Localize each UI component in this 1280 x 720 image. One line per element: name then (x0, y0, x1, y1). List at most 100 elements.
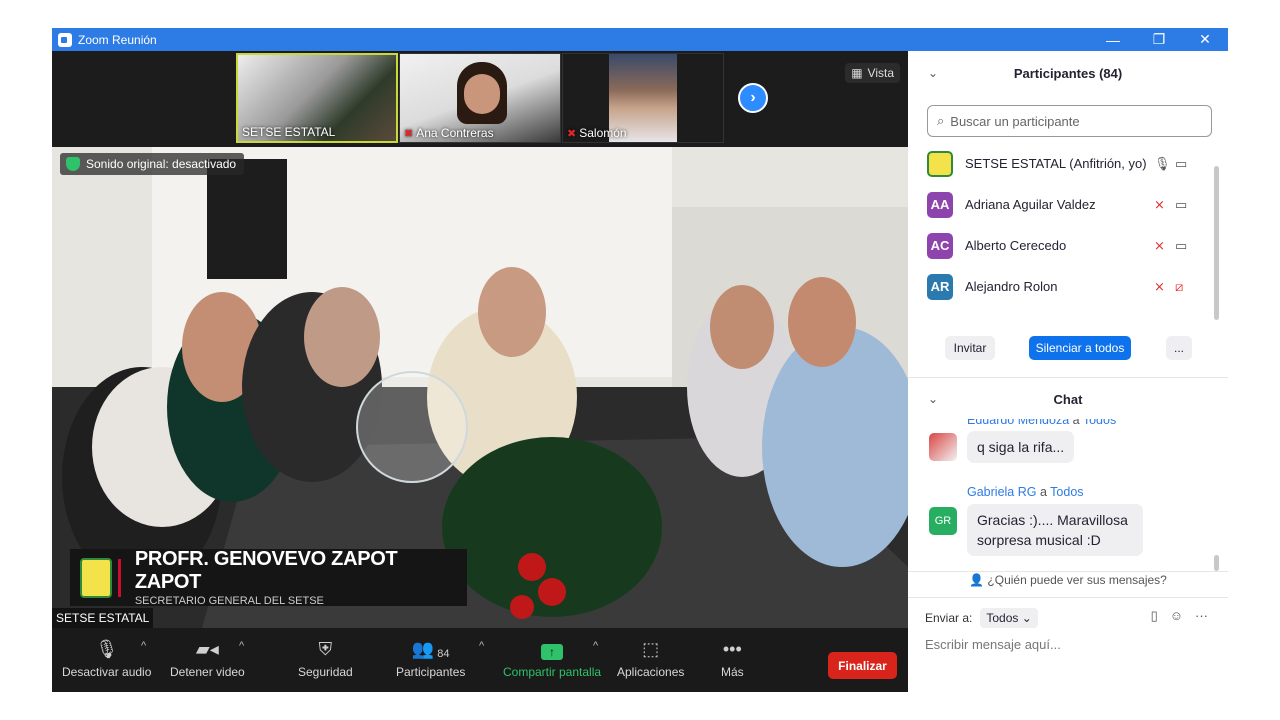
thumbnail-video[interactable]: ✖ Salomón (562, 53, 724, 143)
participants-header: ⌄ Participantes (84) (908, 51, 1228, 95)
security-label: Seguridad (298, 665, 353, 679)
participants-list: SETSE ESTATAL (Anfitrión, yo) 🎙 ▭ AA Adr… (908, 143, 1228, 307)
audio-label: Desactivar audio (62, 665, 152, 679)
file-icon[interactable]: ▯ (1151, 608, 1158, 624)
speaker-name-label: SETSE ESTATAL (52, 608, 154, 628)
share-screen-button[interactable]: ↑ Compartir pantalla (503, 636, 601, 679)
share-options-caret[interactable]: ^ (593, 640, 598, 652)
participants-title: Participantes (84) (1013, 65, 1123, 81)
audio-options-caret[interactable]: ^ (141, 640, 146, 652)
collapse-chevron-icon[interactable]: ⌄ (928, 392, 938, 406)
send-to-row: Enviar a: Todos ⌄ (925, 608, 1038, 628)
thumbnail-strip: SETSE ESTATAL ✖ Ana Contreras ✖ Salomón › … (52, 51, 908, 147)
participants-scrollbar[interactable] (1214, 166, 1219, 320)
thumbnail-video[interactable]: SETSE ESTATAL (236, 53, 398, 143)
apps-icon: ⬚ (642, 639, 660, 659)
end-meeting-button[interactable]: Finalizar (828, 652, 897, 679)
muted-mic-icon[interactable]: ⨯ (1154, 279, 1165, 295)
chat-title: Chat (1053, 391, 1083, 407)
participant-row[interactable]: AR Alejandro Rolon ⨯ ⧄ (908, 266, 1228, 307)
sound-badge-text: Sonido original: desactivado (86, 157, 237, 171)
original-sound-badge[interactable]: Sonido original: desactivado (60, 153, 245, 175)
close-button[interactable]: ✕ (1182, 28, 1228, 51)
next-page-button[interactable]: › (738, 83, 768, 113)
message-text: q siga la rifa... (967, 431, 1075, 463)
chat-message-input[interactable]: Escribir mensaje aquí... (925, 637, 1061, 652)
to-word: a (1072, 419, 1080, 427)
restore-button[interactable]: ❐ (1136, 28, 1182, 51)
setse-logo (80, 557, 112, 598)
shield-icon (66, 157, 80, 171)
participant-row[interactable]: AC Alberto Cerecedo ⨯ ▭ (908, 225, 1228, 266)
accent-bar (117, 558, 121, 597)
lower-third-banner: PROFR. GENOVEVO ZAPOT ZAPOT SECRETARIO G… (70, 548, 467, 607)
chat-scrollbar[interactable] (1214, 555, 1219, 571)
stop-video-button[interactable]: ▰◂ Detener video (170, 636, 245, 679)
avatar: AA (927, 191, 953, 218)
muted-mic-icon[interactable]: ⨯ (1154, 238, 1165, 254)
security-button[interactable]: ⛨ Seguridad (298, 636, 353, 679)
apps-button[interactable]: ⬚ Aplicaciones (617, 636, 684, 679)
lower-third-text: PROFR. GENOVEVO ZAPOT ZAPOT SECRETARIO G… (135, 548, 467, 607)
microphone-icon: 🎙 (95, 639, 119, 659)
chat-messages: Eduardo Mendoza a Todos q siga la rifa..… (908, 419, 1228, 571)
participants-options-caret[interactable]: ^ (479, 640, 484, 652)
meeting-area: SETSE ESTATAL ✖ Ana Contreras ✖ Salomón › … (52, 51, 908, 692)
thumbnail-video[interactable]: ✖ Ana Contreras (399, 53, 561, 143)
chat-header: ⌄ Chat (908, 377, 1228, 421)
zoom-app-icon (58, 32, 72, 47)
avatar: AC (927, 232, 953, 259)
send-to-label: Enviar a: (925, 611, 973, 625)
chevron-down-icon: ⌄ (1021, 611, 1032, 625)
panel-divider (908, 597, 1228, 598)
participant-row[interactable]: SETSE ESTATAL (Anfitrión, yo) 🎙 ▭ (908, 143, 1228, 184)
participants-actions: Invitar Silenciar a todos ... (908, 336, 1228, 364)
video-off-icon[interactable]: ⧄ (1175, 279, 1183, 295)
video-camera-icon[interactable]: ▭ (1175, 197, 1187, 213)
more-dots-icon[interactable]: ··· (1195, 608, 1208, 624)
recipient-name: Todos (1082, 419, 1117, 427)
microphone-icon[interactable]: 🎙 (1154, 156, 1171, 172)
participant-row[interactable]: AA Adriana Aguilar Valdez ⨯ ▭ (908, 184, 1228, 225)
send-to-dropdown[interactable]: Todos ⌄ (980, 608, 1038, 628)
participants-button[interactable]: 👥 84 Participantes (396, 636, 465, 679)
thumbnail-name: ✖ Salomón (567, 126, 627, 140)
grid-icon: ▦ (851, 66, 863, 80)
muted-mic-icon: ✖ (404, 127, 414, 140)
view-label: Vista (867, 66, 894, 80)
who-can-see-text: ¿Quién puede ver sus mensajes? (987, 573, 1167, 587)
participant-name: Adriana Aguilar Valdez (965, 197, 1096, 212)
more-options-button[interactable]: ... (1166, 336, 1192, 360)
avatar (927, 150, 953, 177)
panel-divider (908, 571, 1228, 572)
video-camera-icon[interactable]: ▭ (1175, 238, 1187, 254)
apps-label: Aplicaciones (617, 665, 685, 679)
share-label: Compartir pantalla (503, 665, 602, 679)
mute-audio-button[interactable]: 🎙 Desactivar audio (62, 636, 151, 679)
who-can-see-link[interactable]: 👤 ¿Quién puede ver sus mensajes? (908, 573, 1228, 595)
view-button[interactable]: ▦ Vista (845, 63, 900, 83)
share-icon: ↑ (541, 636, 564, 660)
speaker-title: SECRETARIO GENERAL DEL SETSE (134, 595, 324, 607)
mute-all-button[interactable]: Silenciar a todos (1029, 336, 1131, 360)
message-sender: Eduardo Mendoza a Todos (967, 419, 1116, 427)
avatar: AR (927, 273, 953, 300)
send-to-value: Todos (986, 611, 1019, 625)
participant-search-input[interactable]: ⌕ Buscar un participante (927, 105, 1212, 137)
zoom-window: Zoom Reunión — ❐ ✕ SETSE ESTATAL ✖ Ana Co… (52, 28, 1228, 692)
muted-mic-icon[interactable]: ⨯ (1154, 197, 1165, 213)
more-button[interactable]: ••• Más (721, 636, 744, 679)
message-bubble: Gracias :).... Maravillosa sorpresa musi… (967, 504, 1143, 556)
minimize-button[interactable]: — (1090, 28, 1136, 51)
person-icon: 👤 (969, 573, 985, 587)
collapse-chevron-icon[interactable]: ⌄ (928, 66, 938, 80)
side-panel: ⌄ Participantes (84) ⌕ Buscar un partici… (908, 51, 1228, 692)
search-placeholder: Buscar un participante (950, 113, 1080, 129)
video-options-caret[interactable]: ^ (239, 640, 244, 652)
invite-button[interactable]: Invitar (945, 336, 995, 360)
emoji-icon[interactable]: ☺ (1170, 608, 1183, 624)
video-camera-icon[interactable]: ▭ (1175, 156, 1187, 172)
muted-mic-icon: ✖ (567, 127, 577, 140)
thumbnail-name: ✖ Ana Contreras (404, 126, 494, 140)
chat-tools: ▯ ☺ ··· (1151, 608, 1208, 624)
